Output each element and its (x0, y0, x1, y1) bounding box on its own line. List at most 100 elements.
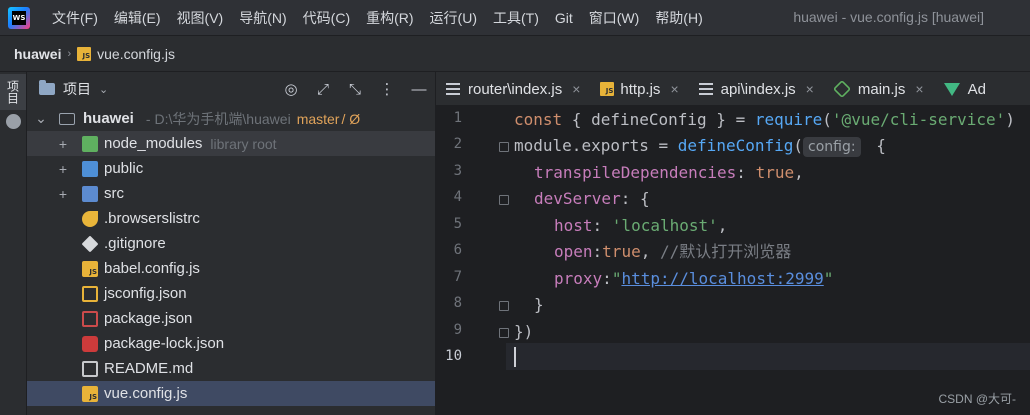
menu-window[interactable]: 窗口(W) (581, 8, 648, 28)
menu-run[interactable]: 运行(U) (422, 8, 485, 28)
tree-item-hint: library root (210, 135, 277, 152)
tab-app-vue[interactable]: Ad (934, 72, 996, 105)
options-menu-icon[interactable]: ⋮ (371, 80, 403, 98)
expand-plus-icon[interactable]: + (57, 161, 69, 177)
collapse-arrow-icon[interactable]: ⌄ (35, 110, 47, 127)
tab-http[interactable]: JS http.js × (590, 72, 688, 105)
library-folder-icon (82, 135, 98, 152)
tree-root-row[interactable]: ⌄ huawei - D:\华为手机端\huawei master / Ø (27, 106, 435, 131)
structure-tool-icon[interactable] (6, 114, 21, 129)
menu-file[interactable]: 文件(F) (44, 8, 106, 28)
code-comment: //默认打开浏览器 (659, 242, 792, 261)
tree-item-label: .browserslistrc (104, 210, 200, 227)
tree-item-label: babel.config.js (104, 260, 200, 277)
menu-code[interactable]: 代码(C) (295, 8, 358, 28)
breadcrumb-file[interactable]: vue.config.js (97, 46, 175, 62)
tree-item-babel-config[interactable]: JS babel.config.js (27, 256, 435, 281)
lines-icon (698, 82, 713, 96)
menu-help[interactable]: 帮助(H) (647, 8, 710, 28)
tree-item-jsconfig[interactable]: jsconfig.json (27, 281, 435, 306)
tab-label: Ad (967, 80, 986, 98)
tree-item-package-json[interactable]: package.json (27, 306, 435, 331)
tab-label: main.js (857, 80, 906, 98)
project-panel-header: 项目 ⌄ ◎ ⤢ ⤡ ⋮ — (27, 72, 435, 106)
close-icon[interactable]: × (670, 81, 678, 97)
tree-root-path-prefix: - (145, 110, 151, 127)
tree-item-gitignore[interactable]: .gitignore (27, 231, 435, 256)
web-folder-icon (82, 160, 98, 177)
tab-main[interactable]: main.js × (824, 72, 934, 105)
tree-item-readme[interactable]: README.md (27, 356, 435, 381)
expand-all-icon[interactable]: ⤢ (307, 81, 339, 98)
tab-router-index[interactable]: router\index.js × (436, 72, 590, 105)
breadcrumb-separator-icon: › (67, 47, 72, 60)
project-tool-tab[interactable]: 项目 (0, 74, 26, 110)
locate-file-icon[interactable]: ◎ (275, 80, 307, 98)
line-number: 3 (453, 163, 462, 179)
code-line-3: transpileDependencies: true, (534, 163, 804, 182)
code-editor[interactable]: 1 2 3 4 5 6 7 8 9 10 const { defineConfi… (436, 106, 1030, 415)
js-file-icon: JS (82, 260, 98, 277)
tree-item-node-modules[interactable]: + node_modules library root (27, 131, 435, 156)
git-branch-status: / Ø (341, 110, 361, 127)
project-panel-title[interactable]: 项目 (63, 79, 91, 99)
line-number: 1 (453, 110, 462, 126)
breadcrumb-project[interactable]: huawei (14, 46, 61, 62)
tree-item-label: node_modules (104, 135, 203, 152)
tree-item-public[interactable]: + public (27, 156, 435, 181)
code-line-6: open:true, //默认打开浏览器 (554, 242, 792, 261)
breadcrumb: huawei › JS vue.config.js (0, 36, 1030, 72)
window-title: huawei - vue.config.js [huawei] (793, 9, 984, 25)
js-icon: JS (600, 82, 615, 96)
collapse-all-icon[interactable]: ⤡ (339, 81, 371, 98)
tree-item-label: package-lock.json (104, 335, 225, 352)
close-icon[interactable]: × (806, 81, 814, 97)
proxy-url-link[interactable]: http://localhost:2999 (621, 269, 823, 288)
project-folder-icon (39, 80, 55, 95)
project-tool-tab-label: 项目 (5, 80, 20, 104)
close-icon[interactable]: × (915, 81, 923, 97)
menu-edit[interactable]: 编辑(E) (106, 8, 169, 28)
line-number: 2 (453, 136, 462, 152)
expand-plus-icon[interactable]: + (57, 136, 69, 152)
project-panel: 项目 ⌄ ◎ ⤢ ⤡ ⋮ — ⌄ huawei - D:\华为手机端\huawe… (27, 72, 436, 415)
line-number: 7 (453, 269, 462, 285)
parameter-hint: config: (803, 137, 861, 157)
code-line-7: proxy:"http://localhost:2999" (554, 269, 834, 288)
root-folder-icon (59, 112, 75, 125)
editor-gutter: 1 2 3 4 5 6 7 8 9 10 (436, 106, 509, 415)
expand-plus-icon[interactable]: + (57, 186, 69, 202)
chevron-down-icon[interactable]: ⌄ (99, 83, 108, 96)
tree-item-vue-config[interactable]: JS vue.config.js (27, 381, 435, 406)
tree-item-label: .gitignore (104, 235, 166, 252)
tree-item-package-lock[interactable]: package-lock.json (27, 331, 435, 356)
tree-item-label: package.json (104, 310, 193, 327)
menu-bar: WS 文件(F) 编辑(E) 视图(V) 导航(N) 代码(C) 重构(R) 运… (0, 0, 1030, 36)
hide-panel-icon[interactable]: — (403, 81, 435, 98)
watermark: CSDN @大可- (938, 392, 1016, 406)
code-area[interactable]: const { defineConfig } = require('@vue/c… (506, 106, 1030, 415)
text-caret (514, 347, 516, 367)
menu-refactor[interactable]: 重构(R) (358, 8, 421, 28)
tree-item-src[interactable]: + src (27, 181, 435, 206)
project-panel-tools: ◎ ⤢ ⤡ ⋮ — (275, 72, 435, 106)
js-file-icon: JS (82, 385, 98, 402)
source-folder-icon (82, 185, 98, 202)
menu-navigate[interactable]: 导航(N) (231, 8, 294, 28)
menu-view[interactable]: 视图(V) (169, 8, 232, 28)
line-number: 5 (453, 216, 462, 232)
menu-tools[interactable]: 工具(T) (485, 8, 547, 28)
editor-tab-bar: router\index.js × JS http.js × api\index… (436, 72, 1030, 106)
code-line-5: host: 'localhost', (554, 216, 728, 235)
current-line-highlight (506, 343, 1030, 370)
close-icon[interactable]: × (572, 81, 580, 97)
tab-api-index[interactable]: api\index.js × (689, 72, 824, 105)
browserslist-file-icon (82, 210, 98, 227)
tab-label: http.js (620, 80, 661, 98)
line-number-active: 10 (445, 348, 462, 364)
tab-label: router\index.js (468, 80, 563, 98)
line-number: 4 (453, 189, 462, 205)
menu-git[interactable]: Git (547, 10, 581, 26)
tree-item-browserslistrc[interactable]: .browserslistrc (27, 206, 435, 231)
webstorm-logo-icon[interactable]: WS (8, 6, 30, 29)
